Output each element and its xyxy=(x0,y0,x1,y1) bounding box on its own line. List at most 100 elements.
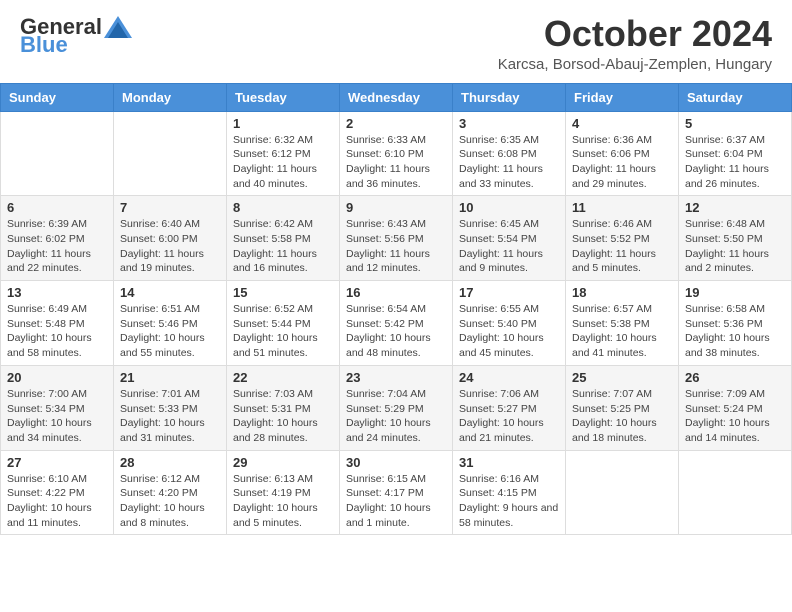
day-info: Sunrise: 7:00 AM Sunset: 5:34 PM Dayligh… xyxy=(7,387,107,446)
calendar-cell: 15 Sunrise: 6:52 AM Sunset: 5:44 PM Dayli… xyxy=(227,281,340,366)
month-title: October 2024 xyxy=(498,14,772,54)
day-info: Sunrise: 6:15 AM Sunset: 4:17 PM Dayligh… xyxy=(346,472,446,531)
calendar-cell: 16 Sunrise: 6:54 AM Sunset: 5:42 PM Dayli… xyxy=(340,281,453,366)
day-info: Sunrise: 6:13 AM Sunset: 4:19 PM Dayligh… xyxy=(233,472,333,531)
calendar-cell xyxy=(1,111,114,196)
day-number: 22 xyxy=(233,370,333,385)
day-number: 15 xyxy=(233,285,333,300)
day-number: 16 xyxy=(346,285,446,300)
day-info: Sunrise: 6:35 AM Sunset: 6:08 PM Dayligh… xyxy=(459,133,559,192)
week-row-2: 6 Sunrise: 6:39 AM Sunset: 6:02 PM Daylig… xyxy=(1,196,792,281)
day-info: Sunrise: 6:32 AM Sunset: 6:12 PM Dayligh… xyxy=(233,133,333,192)
day-info: Sunrise: 6:33 AM Sunset: 6:10 PM Dayligh… xyxy=(346,133,446,192)
calendar-cell: 22Sunrise: 7:03 AM Sunset: 5:31 PM Dayli… xyxy=(227,365,340,450)
day-number: 12 xyxy=(685,200,785,215)
day-number: 28 xyxy=(120,455,220,470)
day-number: 5 xyxy=(685,116,785,131)
calendar-cell xyxy=(566,450,679,535)
calendar-cell: 2 Sunrise: 6:33 AM Sunset: 6:10 PM Daylig… xyxy=(340,111,453,196)
calendar-cell: 23 Sunrise: 7:04 AM Sunset: 5:29 PM Dayli… xyxy=(340,365,453,450)
day-info: Sunrise: 6:46 AM Sunset: 5:52 PM Dayligh… xyxy=(572,217,672,276)
calendar-cell: 24 Sunrise: 7:06 AM Sunset: 5:27 PM Dayli… xyxy=(453,365,566,450)
day-info: Sunrise: 6:43 AM Sunset: 5:56 PM Dayligh… xyxy=(346,217,446,276)
calendar-cell: 28 Sunrise: 6:12 AM Sunset: 4:20 PM Dayli… xyxy=(114,450,227,535)
calendar-cell: 7 Sunrise: 6:40 AM Sunset: 6:00 PM Daylig… xyxy=(114,196,227,281)
calendar-cell: 8Sunrise: 6:42 AM Sunset: 5:58 PM Daylig… xyxy=(227,196,340,281)
day-number: 6 xyxy=(7,200,107,215)
logo-blue: Blue xyxy=(20,32,68,58)
calendar-cell: 29 Sunrise: 6:13 AM Sunset: 4:19 PM Dayli… xyxy=(227,450,340,535)
day-number: 7 xyxy=(120,200,220,215)
title-area: October 2024 Karcsa, Borsod-Abauj-Zemple… xyxy=(498,14,772,73)
calendar-cell: 1 Sunrise: 6:32 AM Sunset: 6:12 PM Daylig… xyxy=(227,111,340,196)
week-row-1: 1 Sunrise: 6:32 AM Sunset: 6:12 PM Daylig… xyxy=(1,111,792,196)
calendar-cell: 9 Sunrise: 6:43 AM Sunset: 5:56 PM Daylig… xyxy=(340,196,453,281)
day-number: 20 xyxy=(7,370,107,385)
week-row-5: 27 Sunrise: 6:10 AM Sunset: 4:22 PM Dayli… xyxy=(1,450,792,535)
calendar-cell: 19 Sunrise: 6:58 AM Sunset: 5:36 PM Dayli… xyxy=(679,281,792,366)
calendar-cell xyxy=(114,111,227,196)
weekday-saturday: Saturday xyxy=(679,83,792,111)
day-number: 18 xyxy=(572,285,672,300)
day-number: 11 xyxy=(572,200,672,215)
day-info: Sunrise: 7:09 AM Sunset: 5:24 PM Dayligh… xyxy=(685,387,785,446)
day-info: Sunrise: 6:40 AM Sunset: 6:00 PM Dayligh… xyxy=(120,217,220,276)
day-number: 19 xyxy=(685,285,785,300)
logo: General Blue xyxy=(20,14,132,58)
day-info: Sunrise: 6:12 AM Sunset: 4:20 PM Dayligh… xyxy=(120,472,220,531)
day-number: 13 xyxy=(7,285,107,300)
calendar-cell: 13 Sunrise: 6:49 AM Sunset: 5:48 PM Dayli… xyxy=(1,281,114,366)
calendar-cell: 26 Sunrise: 7:09 AM Sunset: 5:24 PM Dayli… xyxy=(679,365,792,450)
calendar-cell: 25Sunrise: 7:07 AM Sunset: 5:25 PM Dayli… xyxy=(566,365,679,450)
day-number: 10 xyxy=(459,200,559,215)
calendar-cell: 27 Sunrise: 6:10 AM Sunset: 4:22 PM Dayli… xyxy=(1,450,114,535)
calendar-cell: 18Sunrise: 6:57 AM Sunset: 5:38 PM Dayli… xyxy=(566,281,679,366)
page-header: General Blue October 2024 Karcsa, Borsod… xyxy=(0,0,792,83)
day-info: Sunrise: 6:36 AM Sunset: 6:06 PM Dayligh… xyxy=(572,133,672,192)
day-number: 9 xyxy=(346,200,446,215)
calendar-cell: 12 Sunrise: 6:48 AM Sunset: 5:50 PM Dayli… xyxy=(679,196,792,281)
day-info: Sunrise: 7:04 AM Sunset: 5:29 PM Dayligh… xyxy=(346,387,446,446)
day-info: Sunrise: 7:06 AM Sunset: 5:27 PM Dayligh… xyxy=(459,387,559,446)
weekday-wednesday: Wednesday xyxy=(340,83,453,111)
calendar-table: SundayMondayTuesdayWednesdayThursdayFrid… xyxy=(0,83,792,536)
day-info: Sunrise: 6:58 AM Sunset: 5:36 PM Dayligh… xyxy=(685,302,785,361)
day-number: 26 xyxy=(685,370,785,385)
day-info: Sunrise: 6:39 AM Sunset: 6:02 PM Dayligh… xyxy=(7,217,107,276)
weekday-monday: Monday xyxy=(114,83,227,111)
weekday-thursday: Thursday xyxy=(453,83,566,111)
week-row-4: 20 Sunrise: 7:00 AM Sunset: 5:34 PM Dayli… xyxy=(1,365,792,450)
day-number: 25 xyxy=(572,370,672,385)
weekday-header-row: SundayMondayTuesdayWednesdayThursdayFrid… xyxy=(1,83,792,111)
day-number: 8 xyxy=(233,200,333,215)
weekday-sunday: Sunday xyxy=(1,83,114,111)
day-number: 21 xyxy=(120,370,220,385)
weekday-friday: Friday xyxy=(566,83,679,111)
day-number: 1 xyxy=(233,116,333,131)
day-info: Sunrise: 6:37 AM Sunset: 6:04 PM Dayligh… xyxy=(685,133,785,192)
day-info: Sunrise: 6:10 AM Sunset: 4:22 PM Dayligh… xyxy=(7,472,107,531)
calendar-cell: 21 Sunrise: 7:01 AM Sunset: 5:33 PM Dayli… xyxy=(114,365,227,450)
day-info: Sunrise: 6:49 AM Sunset: 5:48 PM Dayligh… xyxy=(7,302,107,361)
week-row-3: 13 Sunrise: 6:49 AM Sunset: 5:48 PM Dayli… xyxy=(1,281,792,366)
day-info: Sunrise: 6:48 AM Sunset: 5:50 PM Dayligh… xyxy=(685,217,785,276)
calendar-cell: 14Sunrise: 6:51 AM Sunset: 5:46 PM Dayli… xyxy=(114,281,227,366)
day-number: 17 xyxy=(459,285,559,300)
day-info: Sunrise: 6:45 AM Sunset: 5:54 PM Dayligh… xyxy=(459,217,559,276)
day-info: Sunrise: 7:01 AM Sunset: 5:33 PM Dayligh… xyxy=(120,387,220,446)
day-info: Sunrise: 6:52 AM Sunset: 5:44 PM Dayligh… xyxy=(233,302,333,361)
calendar-cell: 6 Sunrise: 6:39 AM Sunset: 6:02 PM Daylig… xyxy=(1,196,114,281)
day-number: 30 xyxy=(346,455,446,470)
day-number: 23 xyxy=(346,370,446,385)
calendar-cell: 20 Sunrise: 7:00 AM Sunset: 5:34 PM Dayli… xyxy=(1,365,114,450)
day-info: Sunrise: 6:55 AM Sunset: 5:40 PM Dayligh… xyxy=(459,302,559,361)
calendar-cell: 5 Sunrise: 6:37 AM Sunset: 6:04 PM Daylig… xyxy=(679,111,792,196)
day-number: 29 xyxy=(233,455,333,470)
day-info: Sunrise: 6:54 AM Sunset: 5:42 PM Dayligh… xyxy=(346,302,446,361)
day-number: 27 xyxy=(7,455,107,470)
day-number: 24 xyxy=(459,370,559,385)
calendar-cell: 10 Sunrise: 6:45 AM Sunset: 5:54 PM Dayli… xyxy=(453,196,566,281)
day-number: 2 xyxy=(346,116,446,131)
calendar-cell: 11 Sunrise: 6:46 AM Sunset: 5:52 PM Dayli… xyxy=(566,196,679,281)
logo-icon xyxy=(104,16,132,38)
